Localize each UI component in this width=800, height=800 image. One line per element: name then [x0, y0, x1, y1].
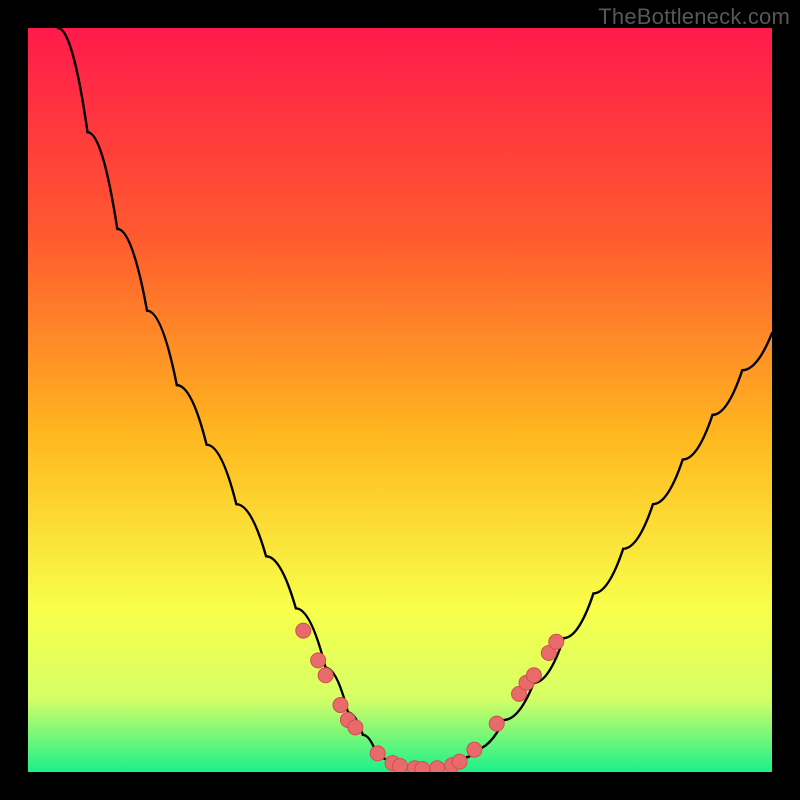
data-marker	[467, 742, 482, 757]
data-marker	[415, 762, 430, 772]
gradient-background	[28, 28, 772, 772]
data-marker	[296, 623, 311, 638]
watermark-text: TheBottleneck.com	[598, 4, 790, 30]
data-marker	[393, 759, 408, 772]
data-marker	[452, 754, 467, 769]
data-marker	[549, 634, 564, 649]
data-marker	[489, 716, 504, 731]
data-marker	[311, 653, 326, 668]
data-marker	[318, 668, 333, 683]
data-marker	[370, 746, 385, 761]
data-marker	[333, 698, 348, 713]
data-marker	[526, 668, 541, 683]
outer-black-frame	[28, 28, 772, 772]
data-marker	[348, 720, 363, 735]
chart-canvas	[28, 28, 772, 772]
data-marker	[430, 761, 445, 772]
